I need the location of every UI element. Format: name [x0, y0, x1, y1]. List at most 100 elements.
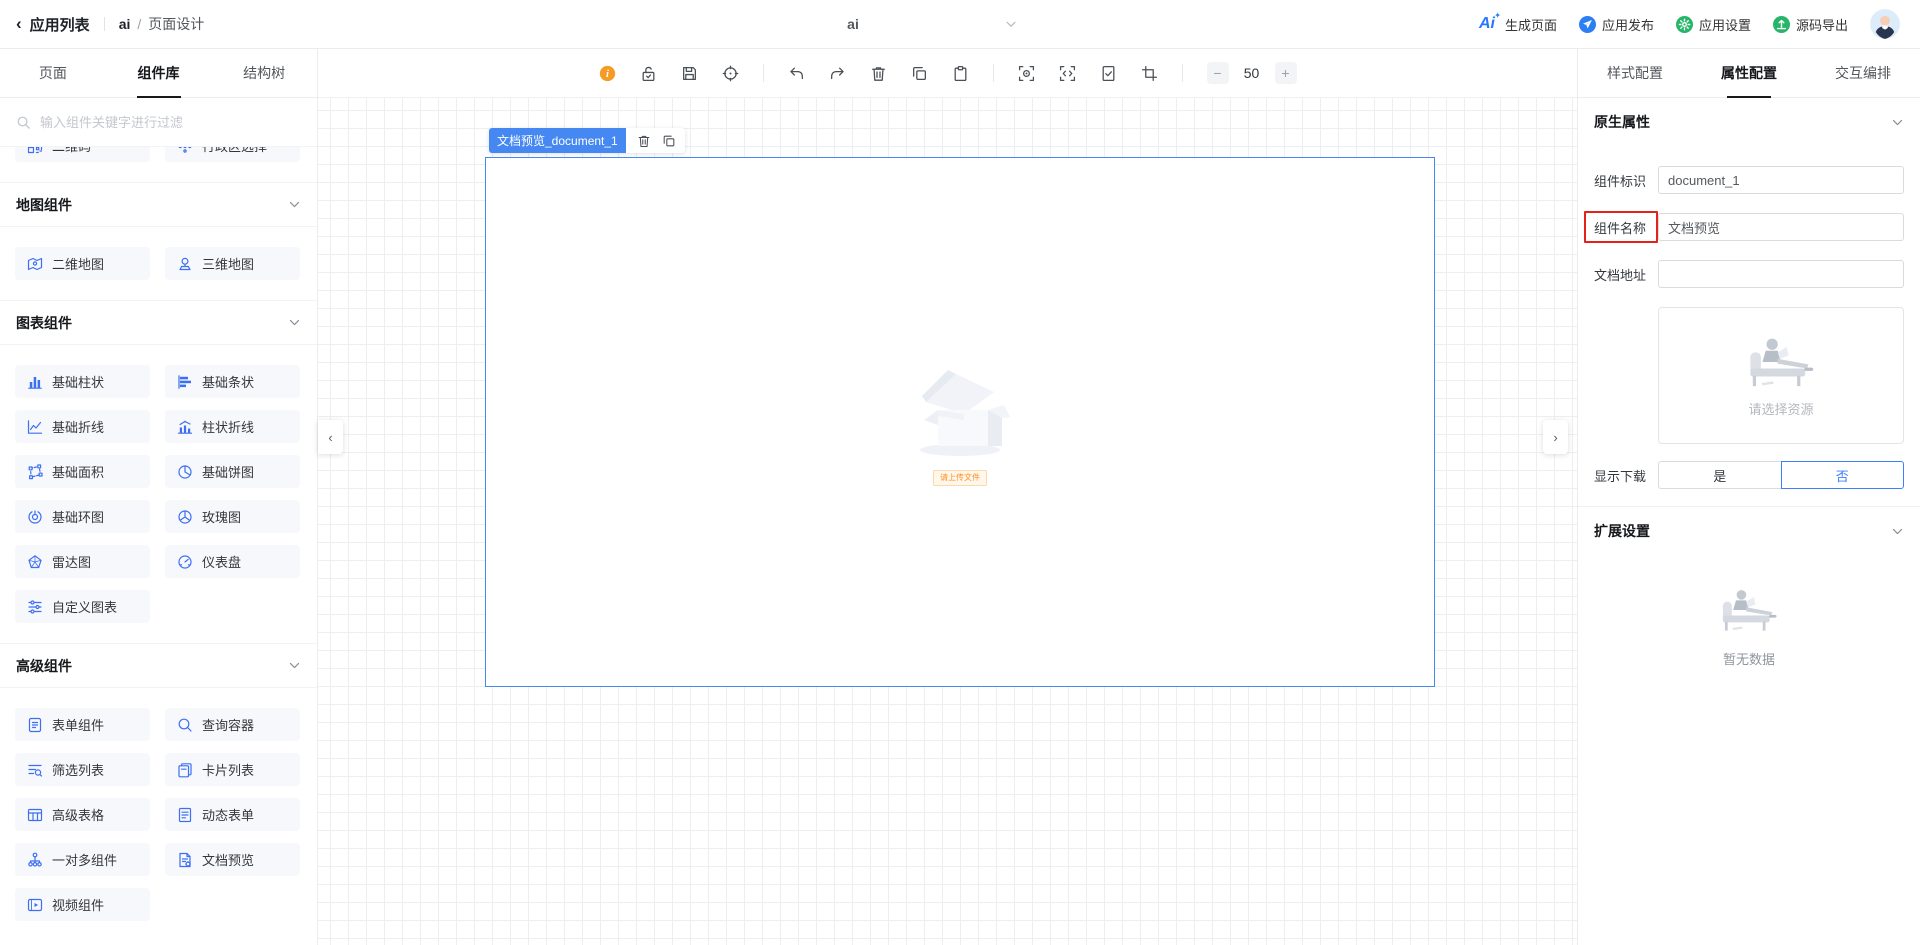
native-props-section-header[interactable]: 原生属性 — [1594, 98, 1904, 146]
no-data-illustration — [1716, 585, 1782, 635]
target-icon[interactable] — [722, 65, 739, 82]
delete-component-icon[interactable] — [637, 134, 651, 148]
copy-icon[interactable] — [911, 65, 928, 82]
field-input-文档地址[interactable] — [1658, 260, 1904, 288]
topbar-action-2[interactable]: 应用发布 — [1579, 15, 1654, 34]
topbar-action-4[interactable]: 源码导出 — [1773, 15, 1848, 34]
component-item-行政区选择[interactable]: 行政区选择 — [165, 147, 300, 162]
component-item-高级表格[interactable]: 高级表格 — [15, 798, 150, 831]
breadcrumb-separator: / — [137, 16, 141, 32]
user-avatar[interactable] — [1870, 9, 1900, 39]
component-item-二维地图[interactable]: 二维地图 — [15, 247, 150, 280]
component-item-玫瑰图[interactable]: 玫瑰图 — [165, 500, 300, 533]
map-2d-icon — [27, 256, 43, 272]
frame-icon[interactable] — [1141, 65, 1158, 82]
collapse-left-panel-handle[interactable]: ‹ — [318, 420, 343, 454]
component-item-自定义图表[interactable]: 自定义图表 — [15, 590, 150, 623]
section-header-图表组件[interactable]: 图表组件 — [0, 300, 317, 345]
section-header-地图组件[interactable]: 地图组件 — [0, 182, 317, 227]
undo-icon[interactable] — [788, 65, 805, 82]
inspector-body: 原生属性 组件标识组件名称文档地址 — [1578, 98, 1920, 945]
sidebar-tab-组件库[interactable]: 组件库 — [106, 49, 212, 97]
zoom-out-button[interactable]: − — [1207, 62, 1229, 84]
redo-icon[interactable] — [829, 65, 846, 82]
component-item-label: 二维地图 — [52, 254, 104, 273]
back-button[interactable]: 应用列表 — [30, 14, 90, 35]
no-data-text: 暂无数据 — [1723, 649, 1775, 668]
topbar-divider — [104, 17, 105, 31]
card-list-icon — [177, 762, 193, 778]
extension-section-header[interactable]: 扩展设置 — [1594, 507, 1904, 555]
component-item-一对多组件[interactable]: 一对多组件 — [15, 843, 150, 876]
region-select-icon — [177, 147, 193, 154]
back-chevron-icon[interactable]: ‹ — [16, 14, 22, 34]
component-item-表单组件[interactable]: 表单组件 — [15, 708, 150, 741]
field-row-组件标识: 组件标识 — [1594, 166, 1904, 194]
sidebar-tab-页面[interactable]: 页面 — [0, 49, 106, 97]
component-item-文档预览[interactable]: 文档预览 — [165, 843, 300, 876]
topbar-action-3[interactable]: 应用设置 — [1676, 15, 1751, 34]
resource-picker-hint: 请选择资源 — [1748, 399, 1813, 418]
component-item-label: 玫瑰图 — [202, 507, 241, 526]
chart-bar-line-icon — [177, 419, 193, 435]
component-item-基础面积[interactable]: 基础面积 — [15, 455, 150, 488]
field-input-组件名称[interactable] — [1658, 213, 1904, 241]
topbar-action-label: 生成页面 — [1505, 15, 1557, 34]
form-icon — [27, 717, 43, 733]
code-scan-icon[interactable] — [1059, 65, 1076, 82]
component-item-二维码[interactable]: 二维码 — [15, 147, 150, 162]
component-item-筛选列表[interactable]: 筛选列表 — [15, 753, 150, 786]
topbar-actions: Ai✦生成页面 应用发布 应用设置 源码导出 — [1479, 9, 1900, 39]
component-item-基础折线[interactable]: 基础折线 — [15, 410, 150, 443]
component-item-查询容器[interactable]: 查询容器 — [165, 708, 300, 741]
collapse-right-panel-handle[interactable]: › — [1543, 420, 1568, 454]
zoom-in-button[interactable]: + — [1275, 62, 1297, 84]
component-item-label: 柱状折线 — [202, 417, 254, 436]
inspector-tab-样式配置[interactable]: 样式配置 — [1578, 49, 1692, 97]
sidebar-tab-结构树[interactable]: 结构树 — [211, 49, 317, 97]
component-item-基础条状[interactable]: 基础条状 — [165, 365, 300, 398]
section-title: 图表组件 — [16, 313, 72, 333]
component-item-基础饼图[interactable]: 基础饼图 — [165, 455, 300, 488]
doc-check-icon[interactable] — [1100, 65, 1117, 82]
resource-picker[interactable]: 请选择资源 — [1658, 307, 1904, 444]
show-download-toggle: 是否 — [1658, 461, 1904, 489]
chevron-down-icon — [1891, 116, 1904, 129]
copy-component-icon[interactable] — [662, 134, 676, 148]
extension-section-title: 扩展设置 — [1594, 521, 1650, 541]
topbar-action-1[interactable]: Ai✦生成页面 — [1479, 15, 1557, 34]
component-item-基础柱状[interactable]: 基础柱状 — [15, 365, 150, 398]
chart-custom-icon — [27, 599, 43, 615]
breadcrumb-app[interactable]: ai — [119, 16, 131, 32]
search-input[interactable] — [40, 115, 301, 130]
field-input-组件标识[interactable] — [1658, 166, 1904, 194]
component-item-label: 三维地图 — [202, 254, 254, 273]
download-option-否[interactable]: 否 — [1781, 461, 1905, 489]
chart-radar-icon — [27, 554, 43, 570]
topbar: ‹ 应用列表 ai / 页面设计 ai Ai✦生成页面应用发布应用设置源码导出 — [0, 0, 1920, 49]
component-item-三维地图[interactable]: 三维地图 — [165, 247, 300, 280]
component-item-动态表单[interactable]: 动态表单 — [165, 798, 300, 831]
save-icon[interactable] — [681, 65, 698, 82]
info-icon[interactable]: i — [599, 65, 616, 82]
component-item-卡片列表[interactable]: 卡片列表 — [165, 753, 300, 786]
inspector-tab-交互编排[interactable]: 交互编排 — [1806, 49, 1920, 97]
unlock-icon[interactable] — [640, 65, 657, 82]
preview-scan-icon[interactable] — [1018, 65, 1035, 82]
download-option-是[interactable]: 是 — [1658, 461, 1781, 489]
component-item-视频组件[interactable]: 视频组件 — [15, 888, 150, 921]
component-item-仪表盘[interactable]: 仪表盘 — [165, 545, 300, 578]
empty-box-illustration — [900, 362, 1020, 458]
component-item-基础环图[interactable]: 基础环图 — [15, 500, 150, 533]
component-item-雷达图[interactable]: 雷达图 — [15, 545, 150, 578]
section-header-高级组件[interactable]: 高级组件 — [0, 643, 317, 688]
inspector-tab-属性配置[interactable]: 属性配置 — [1692, 49, 1806, 97]
topbar-action-label: 应用发布 — [1602, 15, 1654, 34]
document-preview-component[interactable]: 请上传文件 — [485, 157, 1435, 687]
component-item-柱状折线[interactable]: 柱状折线 — [165, 410, 300, 443]
paste-icon[interactable] — [952, 65, 969, 82]
page-selector[interactable]: ai — [688, 0, 1018, 48]
chart-rose-icon — [177, 509, 193, 525]
trash-icon[interactable] — [870, 65, 887, 82]
chart-area-icon — [27, 464, 43, 480]
